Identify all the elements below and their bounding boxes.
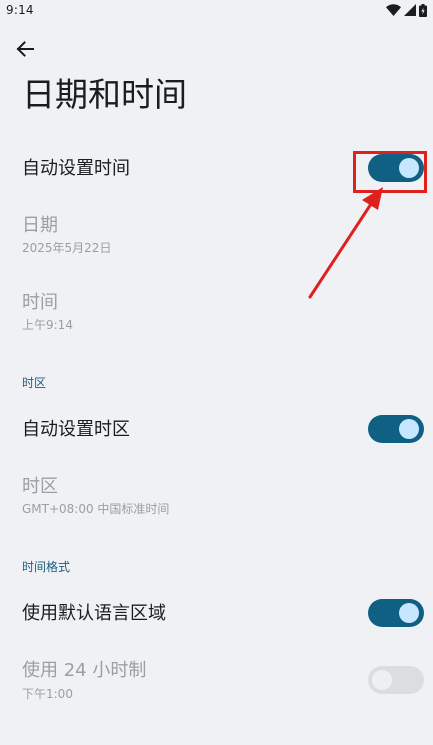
toggle-thumb <box>372 670 392 690</box>
auto-time-label[interactable]: 自动设置时间 <box>22 157 130 181</box>
toggle-thumb <box>399 603 419 623</box>
use-24-hour-toggle <box>368 666 424 694</box>
arrow-left-icon <box>16 41 34 57</box>
time-value: 上午9:14 <box>22 318 73 332</box>
status-bar: 9:14 <box>0 0 433 22</box>
use-24-hour-example: 下午1:00 <box>22 687 73 701</box>
page-title: 日期和时间 <box>22 75 187 114</box>
timezone-value: GMT+08:00 中国标准时间 <box>22 502 170 516</box>
section-header-timezone: 时区 <box>22 376 47 390</box>
toggle-thumb <box>399 419 419 439</box>
time-label: 时间 <box>22 292 58 313</box>
back-button[interactable] <box>10 34 40 64</box>
timezone-label: 时区 <box>22 476 58 497</box>
signal-icon <box>404 4 416 16</box>
use-locale-default-toggle[interactable] <box>368 599 424 627</box>
status-time: 9:14 <box>6 3 34 17</box>
battery-icon <box>419 3 427 17</box>
annotation-highlight-box <box>353 151 427 193</box>
date-value: 2025年5月22日 <box>22 241 112 255</box>
use-locale-default-label[interactable]: 使用默认语言区域 <box>22 602 166 626</box>
section-header-time-format: 时间格式 <box>22 560 71 574</box>
use-24-hour-label: 使用 24 小时制 <box>22 660 147 681</box>
wifi-icon <box>386 4 401 16</box>
auto-timezone-label[interactable]: 自动设置时区 <box>22 418 130 442</box>
status-icons <box>386 3 427 17</box>
auto-timezone-toggle[interactable] <box>368 415 424 443</box>
date-label: 日期 <box>22 215 58 236</box>
